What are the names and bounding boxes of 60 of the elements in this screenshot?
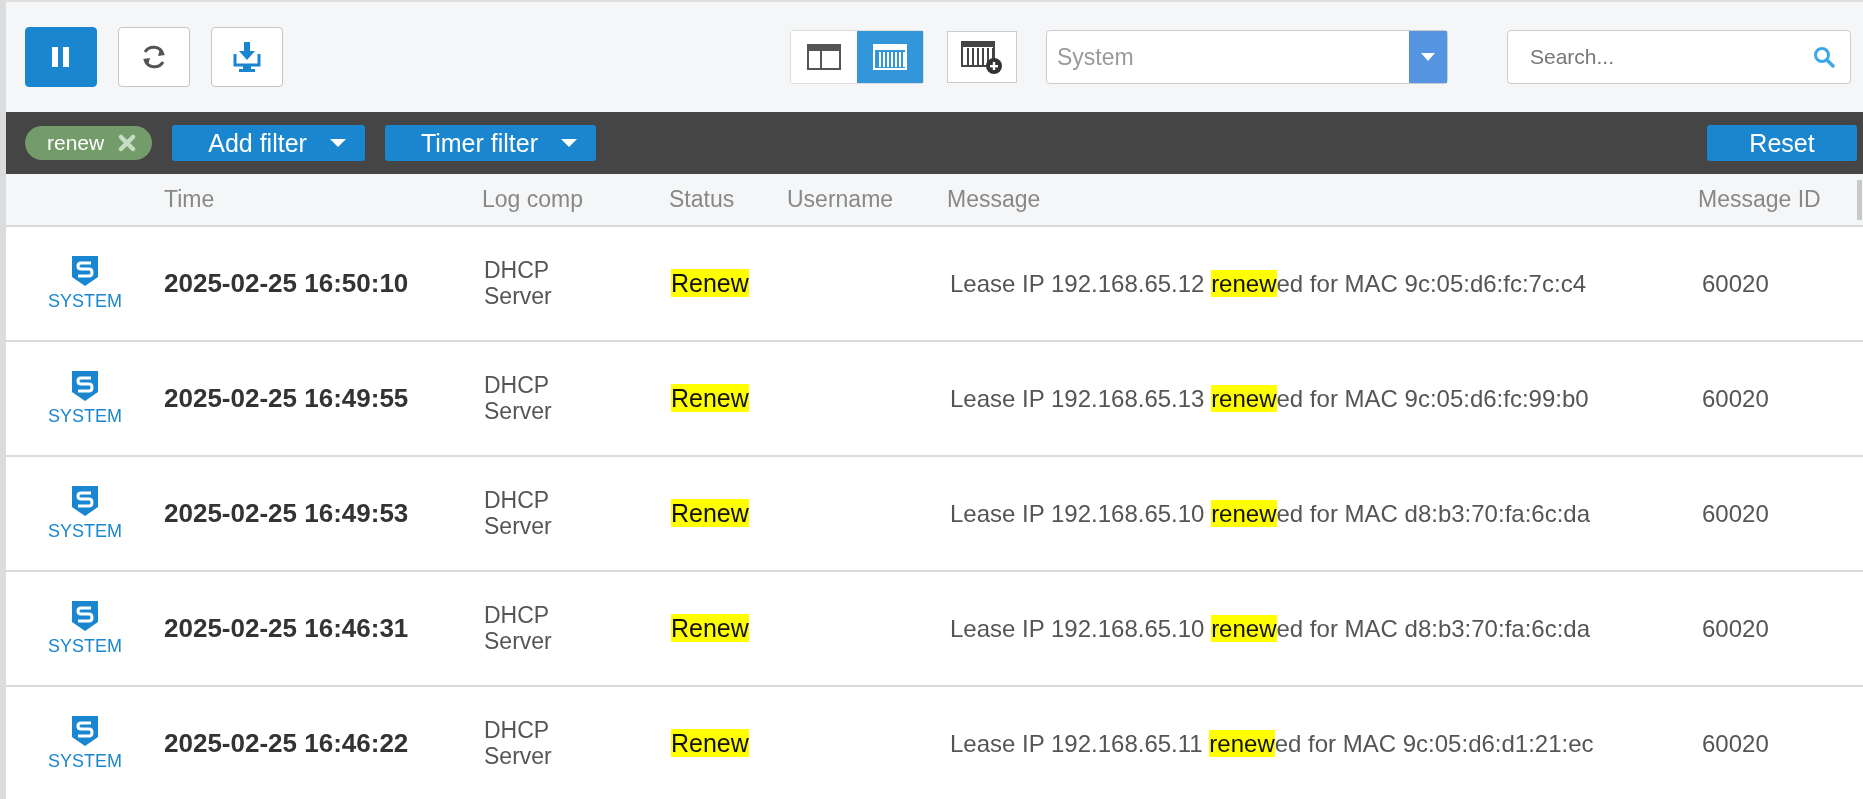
shield-icon — [70, 485, 100, 517]
refresh-button[interactable] — [118, 27, 190, 87]
caret-icon — [1420, 52, 1436, 62]
source-label: SYSTEM — [48, 291, 122, 312]
time-cell: 2025-02-25 16:50:10 — [164, 268, 409, 298]
split-layout-icon — [806, 43, 842, 71]
source-label: SYSTEM — [48, 521, 122, 542]
reset-button[interactable]: Reset — [1707, 125, 1857, 161]
caret-icon — [560, 138, 578, 148]
source-label: SYSTEM — [48, 406, 122, 427]
column-header[interactable]: Status — [669, 186, 735, 212]
column-header[interactable]: Username — [787, 186, 894, 212]
message-id-cell: 60020 — [1702, 269, 1769, 297]
search-field[interactable]: Search... — [1507, 30, 1851, 84]
column-header[interactable]: Message ID — [1698, 186, 1821, 212]
pause-icon — [50, 45, 72, 69]
log-component-cell-text: DHCP Server — [484, 603, 553, 654]
time-cell: 2025-02-25 16:49:53 — [164, 498, 409, 528]
column-view-button[interactable] — [857, 31, 923, 83]
message-id-cell: 60020 — [1702, 384, 1769, 412]
log-component-cell-text: DHCP Server — [484, 488, 553, 539]
shield-icon — [70, 715, 100, 747]
time-cell: 2025-02-25 16:49:55 — [164, 383, 409, 413]
message-id-cell: 60020 — [1702, 729, 1769, 757]
filter-tag-label: renew — [47, 131, 105, 155]
message-id-cell: 60020 — [1702, 499, 1769, 527]
message-id-cell: 60020 — [1702, 614, 1769, 642]
column-header[interactable]: Log comp — [482, 186, 583, 212]
filter-dropdown[interactable]: Timer filter — [384, 125, 596, 161]
source-label: SYSTEM — [48, 751, 122, 772]
column-header[interactable]: Message — [947, 186, 1041, 212]
remove-icon[interactable] — [118, 134, 137, 152]
status-cell: Renew — [671, 729, 749, 757]
caret-icon — [328, 138, 347, 148]
shield-icon — [70, 600, 100, 632]
status-cell: Renew — [671, 384, 749, 412]
shield-icon — [70, 370, 100, 402]
filter-tag[interactable]: renew — [25, 126, 153, 160]
log-component-cell-text: DHCP Server — [484, 718, 553, 769]
columns-layout-icon — [872, 43, 908, 71]
add-column-button[interactable] — [947, 31, 1017, 83]
status-cell: Renew — [671, 614, 749, 642]
time-cell: 2025-02-25 16:46:22 — [164, 728, 409, 758]
status-cell: Renew — [671, 269, 749, 297]
shield-icon — [70, 255, 100, 287]
log-component-cell-text: DHCP Server — [484, 373, 553, 424]
add-column-icon — [960, 39, 1004, 75]
source-select[interactable]: System — [1046, 30, 1448, 84]
time-cell: 2025-02-25 16:46:31 — [164, 613, 409, 643]
search-icon — [1813, 46, 1835, 68]
download-icon — [231, 40, 263, 74]
column-header[interactable]: Time — [164, 186, 215, 212]
source-label: SYSTEM — [48, 636, 122, 657]
download-button[interactable] — [211, 27, 283, 87]
log-component-cell-text: DHCP Server — [484, 258, 553, 309]
status-cell: Renew — [671, 499, 749, 527]
scrollbar[interactable] — [1857, 180, 1862, 220]
split-view-button[interactable] — [791, 31, 857, 83]
filter-dropdown[interactable]: Add filter — [172, 125, 365, 161]
pause-button[interactable] — [25, 27, 97, 87]
